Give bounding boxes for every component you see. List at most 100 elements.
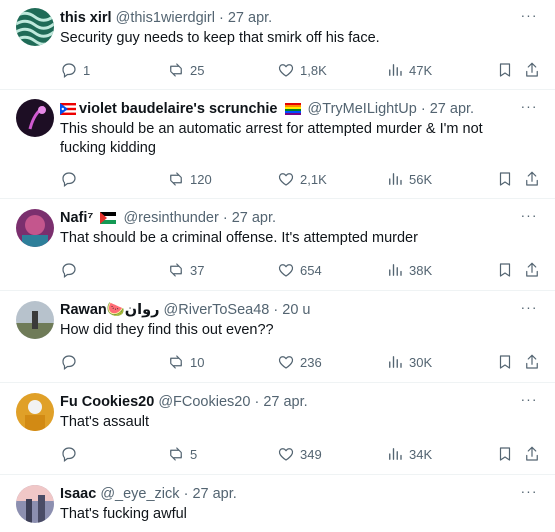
- like-button[interactable]: 654: [277, 259, 322, 281]
- avatar[interactable]: [16, 485, 54, 523]
- avatar[interactable]: [16, 99, 54, 137]
- timestamp[interactable]: 27 apr.: [192, 486, 236, 502]
- tweet[interactable]: violet baudelaire's scrunchie @TryMeILig…: [0, 91, 555, 199]
- reply-button[interactable]: [60, 168, 83, 190]
- bookmark-button[interactable]: [496, 443, 514, 465]
- retweet-icon: [170, 172, 182, 186]
- retweet-count: 5: [190, 446, 198, 462]
- separator: ·: [222, 210, 228, 226]
- separator: ·: [254, 394, 260, 410]
- reply-button[interactable]: [60, 443, 83, 465]
- bookmark-icon: [499, 63, 511, 77]
- user-handle[interactable]: @RiverToSea48: [164, 302, 270, 318]
- like-count: 236: [300, 354, 322, 370]
- tweet-text: This should be an automatic arrest for a…: [60, 121, 483, 156]
- display-name[interactable]: violet baudelaire's scrunchie: [79, 101, 277, 117]
- views-button[interactable]: 56K: [386, 168, 432, 190]
- bookmark-button[interactable]: [496, 168, 514, 190]
- views-chart-icon: [389, 173, 402, 185]
- user-handle[interactable]: @this1wierdgirl: [116, 10, 215, 26]
- reply-button[interactable]: [60, 259, 83, 281]
- tweet[interactable]: Fu Cookies20 @FCookies20 · 27 apr. ··· T…: [0, 384, 555, 475]
- retweet-button[interactable]: 120: [167, 168, 212, 190]
- more-options-icon[interactable]: ···: [519, 99, 539, 119]
- avatar[interactable]: [16, 301, 54, 339]
- tweet-header: this xirl @this1wierdgirl · 27 apr.: [60, 8, 515, 28]
- share-button[interactable]: [523, 259, 541, 281]
- tweet-header: violet baudelaire's scrunchie @TryMeILig…: [60, 99, 515, 119]
- retweet-count: 25: [190, 62, 205, 78]
- retweet-button[interactable]: 10: [167, 351, 204, 373]
- views-chart-icon: [389, 448, 402, 460]
- share-button[interactable]: [523, 443, 541, 465]
- user-handle[interactable]: @FCookies20: [158, 394, 250, 410]
- reply-count: 1: [83, 62, 91, 78]
- like-count: 654: [300, 262, 322, 278]
- tweet[interactable]: Rawan🍉روان @RiverToSea48 · 20 u ··· How …: [0, 292, 555, 383]
- views-button[interactable]: 38K: [386, 259, 432, 281]
- separator: ·: [273, 302, 279, 318]
- more-options-icon[interactable]: ···: [519, 208, 539, 228]
- views-button[interactable]: 47K: [386, 59, 432, 81]
- more-options-icon[interactable]: ···: [519, 392, 539, 412]
- heart-icon: [278, 448, 294, 461]
- reply-button[interactable]: 1: [60, 59, 90, 81]
- tweet[interactable]: Isaac @_eye_zick · 27 apr. ··· That's fu…: [0, 476, 555, 532]
- like-count: 349: [300, 446, 322, 462]
- avatar[interactable]: [16, 393, 54, 431]
- share-icon: [526, 446, 538, 461]
- views-button[interactable]: 34K: [386, 443, 432, 465]
- retweet-button[interactable]: 37: [167, 259, 204, 281]
- palestine-flag-icon: [100, 212, 117, 224]
- timestamp[interactable]: 27 apr.: [263, 394, 307, 410]
- tweet-text: Security guy needs to keep that smirk of…: [60, 30, 380, 46]
- like-button[interactable]: 349: [277, 443, 322, 465]
- retweet-button[interactable]: 25: [167, 59, 204, 81]
- views-chart-icon: [389, 264, 402, 276]
- reply-icon: [62, 172, 76, 187]
- bookmark-icon: [499, 263, 511, 277]
- share-button[interactable]: [523, 59, 541, 81]
- avatar[interactable]: [16, 8, 54, 46]
- more-options-icon[interactable]: ···: [519, 8, 539, 28]
- separator: ·: [420, 101, 426, 117]
- like-button[interactable]: 2,1K: [277, 168, 327, 190]
- avatar[interactable]: [16, 209, 54, 247]
- bookmark-button[interactable]: [496, 59, 514, 81]
- user-handle[interactable]: @_eye_zick: [100, 486, 179, 502]
- timestamp[interactable]: 27 apr.: [232, 210, 276, 226]
- heart-icon: [278, 356, 294, 369]
- rainbow-flag-icon: [284, 103, 301, 115]
- retweet-icon: [170, 63, 182, 77]
- bookmark-icon: [499, 172, 511, 186]
- display-name[interactable]: this xirl: [60, 10, 112, 26]
- retweet-button[interactable]: 5: [167, 443, 197, 465]
- more-options-icon[interactable]: ···: [519, 484, 539, 504]
- action-bar: 1 25 1,8K 47K: [60, 59, 545, 81]
- tweet[interactable]: Nafi⁷ @resinthunder · 27 apr. ··· That s…: [0, 200, 555, 291]
- heart-icon: [278, 264, 294, 277]
- timestamp[interactable]: 20 u: [282, 302, 310, 318]
- like-button[interactable]: 1,8K: [277, 59, 327, 81]
- display-name[interactable]: Rawan🍉روان: [60, 302, 160, 318]
- more-options-icon[interactable]: ···: [519, 300, 539, 320]
- display-name[interactable]: Nafi⁷: [60, 210, 93, 226]
- display-name[interactable]: Isaac: [60, 486, 96, 502]
- separator: ·: [183, 486, 189, 502]
- reply-button[interactable]: [60, 351, 83, 373]
- views-chart-icon: [389, 64, 402, 76]
- share-button[interactable]: [523, 351, 541, 373]
- display-name[interactable]: Fu Cookies20: [60, 394, 154, 410]
- share-button[interactable]: [523, 168, 541, 190]
- user-handle[interactable]: @resinthunder: [123, 210, 218, 226]
- view-count: 47K: [409, 62, 433, 78]
- timestamp[interactable]: 27 apr.: [430, 101, 474, 117]
- like-button[interactable]: 236: [277, 351, 322, 373]
- timestamp[interactable]: 27 apr.: [228, 10, 272, 26]
- tweet[interactable]: this xirl @this1wierdgirl · 27 apr. ··· …: [0, 0, 555, 90]
- bookmark-button[interactable]: [496, 259, 514, 281]
- views-button[interactable]: 30K: [386, 351, 432, 373]
- user-handle[interactable]: @TryMeILightUp: [308, 101, 417, 117]
- bookmark-button[interactable]: [496, 351, 514, 373]
- share-icon: [526, 262, 538, 277]
